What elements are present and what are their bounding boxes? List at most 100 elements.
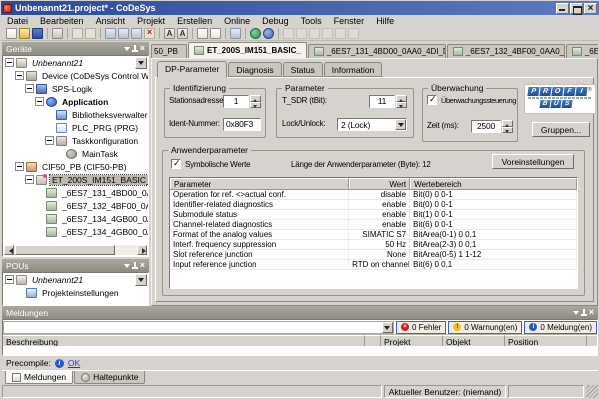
close-icon[interactable]: × bbox=[589, 308, 594, 317]
tree-item-maintask[interactable]: MainTask bbox=[3, 147, 148, 160]
messages-button[interactable]: i 0 Meldung(en) bbox=[524, 320, 597, 334]
tree-item-project[interactable]: Unbenannt21 bbox=[3, 56, 148, 69]
tsdr-value[interactable]: 11 bbox=[369, 95, 395, 108]
ident-number-field[interactable]: 0x80F3 bbox=[223, 118, 261, 131]
col-position[interactable]: Position bbox=[505, 335, 587, 346]
tree-item-module-3[interactable]: _6ES7_134_4GB00_0AB0_2 bbox=[3, 212, 148, 225]
precompile-ok-link[interactable]: OK bbox=[68, 358, 80, 368]
tree-item-module-2[interactable]: _6ES7_132_4BF00_0AA0_8 bbox=[3, 199, 148, 212]
spin-down-icon[interactable] bbox=[250, 101, 261, 108]
tree-item-bibliotheksverwalter[interactable]: Bibliotheksverwalter bbox=[3, 108, 148, 121]
new-file-icon[interactable] bbox=[6, 28, 17, 39]
warnings-button[interactable]: ! 0 Warnung(en) bbox=[448, 320, 523, 334]
menu-debug[interactable]: Debug bbox=[256, 16, 295, 26]
errors-button[interactable]: × 0 Fehler bbox=[395, 320, 447, 334]
menu-datei[interactable]: Datei bbox=[1, 16, 34, 26]
tab-information[interactable]: Information bbox=[323, 62, 383, 77]
copy-icon[interactable] bbox=[118, 28, 129, 39]
collapse-icon[interactable] bbox=[5, 58, 14, 67]
tree-dropdown-button[interactable] bbox=[135, 57, 147, 69]
collapse-icon[interactable] bbox=[5, 275, 14, 284]
panel-menu-icon[interactable] bbox=[123, 46, 130, 54]
pous-panel-header[interactable]: POUs × bbox=[2, 259, 149, 272]
table-row[interactable]: Input reference junction RTD on channel … bbox=[170, 260, 577, 270]
tree-item-cif50-pb[interactable]: CIF50_PB (CIF50-PB) bbox=[3, 160, 148, 173]
open-file-icon[interactable] bbox=[19, 28, 30, 39]
col-objekt[interactable]: Objekt bbox=[443, 335, 505, 346]
paste-icon[interactable] bbox=[131, 28, 142, 39]
messages-panel-header[interactable]: Meldungen × bbox=[2, 306, 598, 319]
collapse-icon[interactable] bbox=[15, 162, 24, 171]
tab-haltepunkte[interactable]: Haltepunkte bbox=[74, 371, 146, 384]
tab-6es7-134[interactable]: _6ES7 bbox=[565, 44, 598, 58]
menu-hilfe[interactable]: Hilfe bbox=[370, 16, 400, 26]
pin-icon[interactable] bbox=[131, 45, 138, 52]
close-icon[interactable]: × bbox=[140, 261, 145, 270]
title-bar[interactable]: Unbenannt21.project* - CoDeSys bbox=[1, 1, 599, 15]
message-filter-combobox[interactable] bbox=[3, 320, 394, 334]
menu-projekt[interactable]: Projekt bbox=[131, 16, 171, 26]
scroll-right-icon[interactable] bbox=[137, 245, 147, 255]
pin-icon[interactable] bbox=[580, 309, 587, 316]
build-icon[interactable] bbox=[263, 28, 274, 39]
col-icon[interactable] bbox=[365, 335, 381, 346]
spin-down-icon[interactable] bbox=[396, 101, 407, 108]
maximize-button[interactable] bbox=[570, 2, 583, 15]
find-icon[interactable] bbox=[164, 28, 175, 39]
tree-item-device[interactable]: Device (CoDeSys Control Win V3) bbox=[3, 69, 148, 82]
table-row[interactable]: Operation for ref. <>actual conf. disabl… bbox=[170, 190, 577, 200]
col-wert[interactable]: Wert bbox=[349, 178, 411, 189]
tab-diagnosis[interactable]: Diagnosis bbox=[228, 62, 282, 77]
col-parameter[interactable]: Parameter bbox=[170, 178, 350, 189]
zeit-value[interactable]: 2500 bbox=[471, 120, 501, 133]
table-row[interactable]: Identifier-related diagnostics enable Bi… bbox=[170, 200, 577, 210]
tree-item-module-4[interactable]: _6ES7_134_4GB00_0AB0_2 bbox=[3, 225, 148, 238]
save-icon[interactable] bbox=[32, 28, 43, 39]
scroll-left-icon[interactable] bbox=[4, 245, 14, 255]
panel-menu-icon[interactable] bbox=[572, 310, 579, 318]
table-row[interactable]: Channel-related diagnostics enable Bit(6… bbox=[170, 220, 577, 230]
gruppen-button[interactable]: Gruppen... bbox=[532, 122, 590, 137]
menu-fenster[interactable]: Fenster bbox=[328, 16, 371, 26]
voreinstellungen-button[interactable]: Voreinstellungen bbox=[492, 154, 574, 169]
table-row[interactable]: Submodule status enable Bit(1) 0 0-1 bbox=[170, 210, 577, 220]
cut-icon[interactable] bbox=[105, 28, 116, 39]
menu-ansicht[interactable]: Ansicht bbox=[90, 16, 132, 26]
close-button[interactable] bbox=[584, 2, 597, 14]
scrollbar-thumb[interactable] bbox=[15, 245, 115, 255]
resize-grip[interactable] bbox=[586, 385, 598, 398]
col-projekt[interactable]: Projekt bbox=[381, 335, 443, 346]
station-address-stepper[interactable]: 1 bbox=[223, 95, 261, 108]
collapse-icon[interactable] bbox=[15, 71, 24, 80]
tsdr-stepper[interactable]: 11 bbox=[369, 95, 407, 108]
col-wertebereich[interactable]: Wertebereich bbox=[410, 178, 577, 189]
tab-et200s[interactable]: ET_200S_IM151_BASIC_ bbox=[188, 42, 307, 58]
redo-icon[interactable] bbox=[85, 28, 96, 39]
tab-6es7-131[interactable]: _6ES7_131_4BD00_0AA0_4DI_DC24V bbox=[307, 44, 446, 58]
tab-meldungen[interactable]: Meldungen bbox=[5, 371, 74, 384]
watchdog-checkbox[interactable] bbox=[427, 94, 437, 105]
close-icon[interactable]: × bbox=[140, 44, 145, 53]
tab-dp-parameter[interactable]: DP-Parameter bbox=[157, 61, 228, 78]
undo-icon[interactable] bbox=[72, 28, 83, 39]
tree-item-sps-logik[interactable]: SPS-Logik bbox=[3, 82, 148, 95]
station-address-value[interactable]: 1 bbox=[223, 95, 249, 108]
collapse-icon[interactable] bbox=[25, 175, 34, 184]
table-row[interactable]: Slot reference junction None BitArea(0-5… bbox=[170, 250, 577, 260]
library-manager-icon[interactable] bbox=[197, 28, 208, 39]
symbolic-values-checkbox[interactable] bbox=[171, 158, 181, 169]
replace-icon[interactable] bbox=[177, 28, 188, 39]
spin-down-icon[interactable] bbox=[502, 126, 513, 133]
table-row[interactable]: Format of the analog values SIMATIC S7 B… bbox=[170, 230, 577, 240]
menu-tools[interactable]: Tools bbox=[295, 16, 328, 26]
compile-icon[interactable] bbox=[250, 28, 261, 39]
chevron-down-icon[interactable] bbox=[381, 321, 393, 333]
col-beschreibung[interactable]: Beschreibung bbox=[3, 335, 365, 346]
new-object-icon[interactable] bbox=[210, 28, 221, 39]
collapse-icon[interactable] bbox=[45, 136, 54, 145]
tree-item-projekteinstellungen[interactable]: Projekteinstellungen bbox=[3, 286, 148, 299]
input-assistant-icon[interactable] bbox=[230, 28, 241, 39]
tab-cif50-pb[interactable]: 50_PB bbox=[151, 44, 187, 58]
pin-icon[interactable] bbox=[131, 262, 138, 269]
tree-dropdown-button[interactable] bbox=[135, 274, 147, 286]
